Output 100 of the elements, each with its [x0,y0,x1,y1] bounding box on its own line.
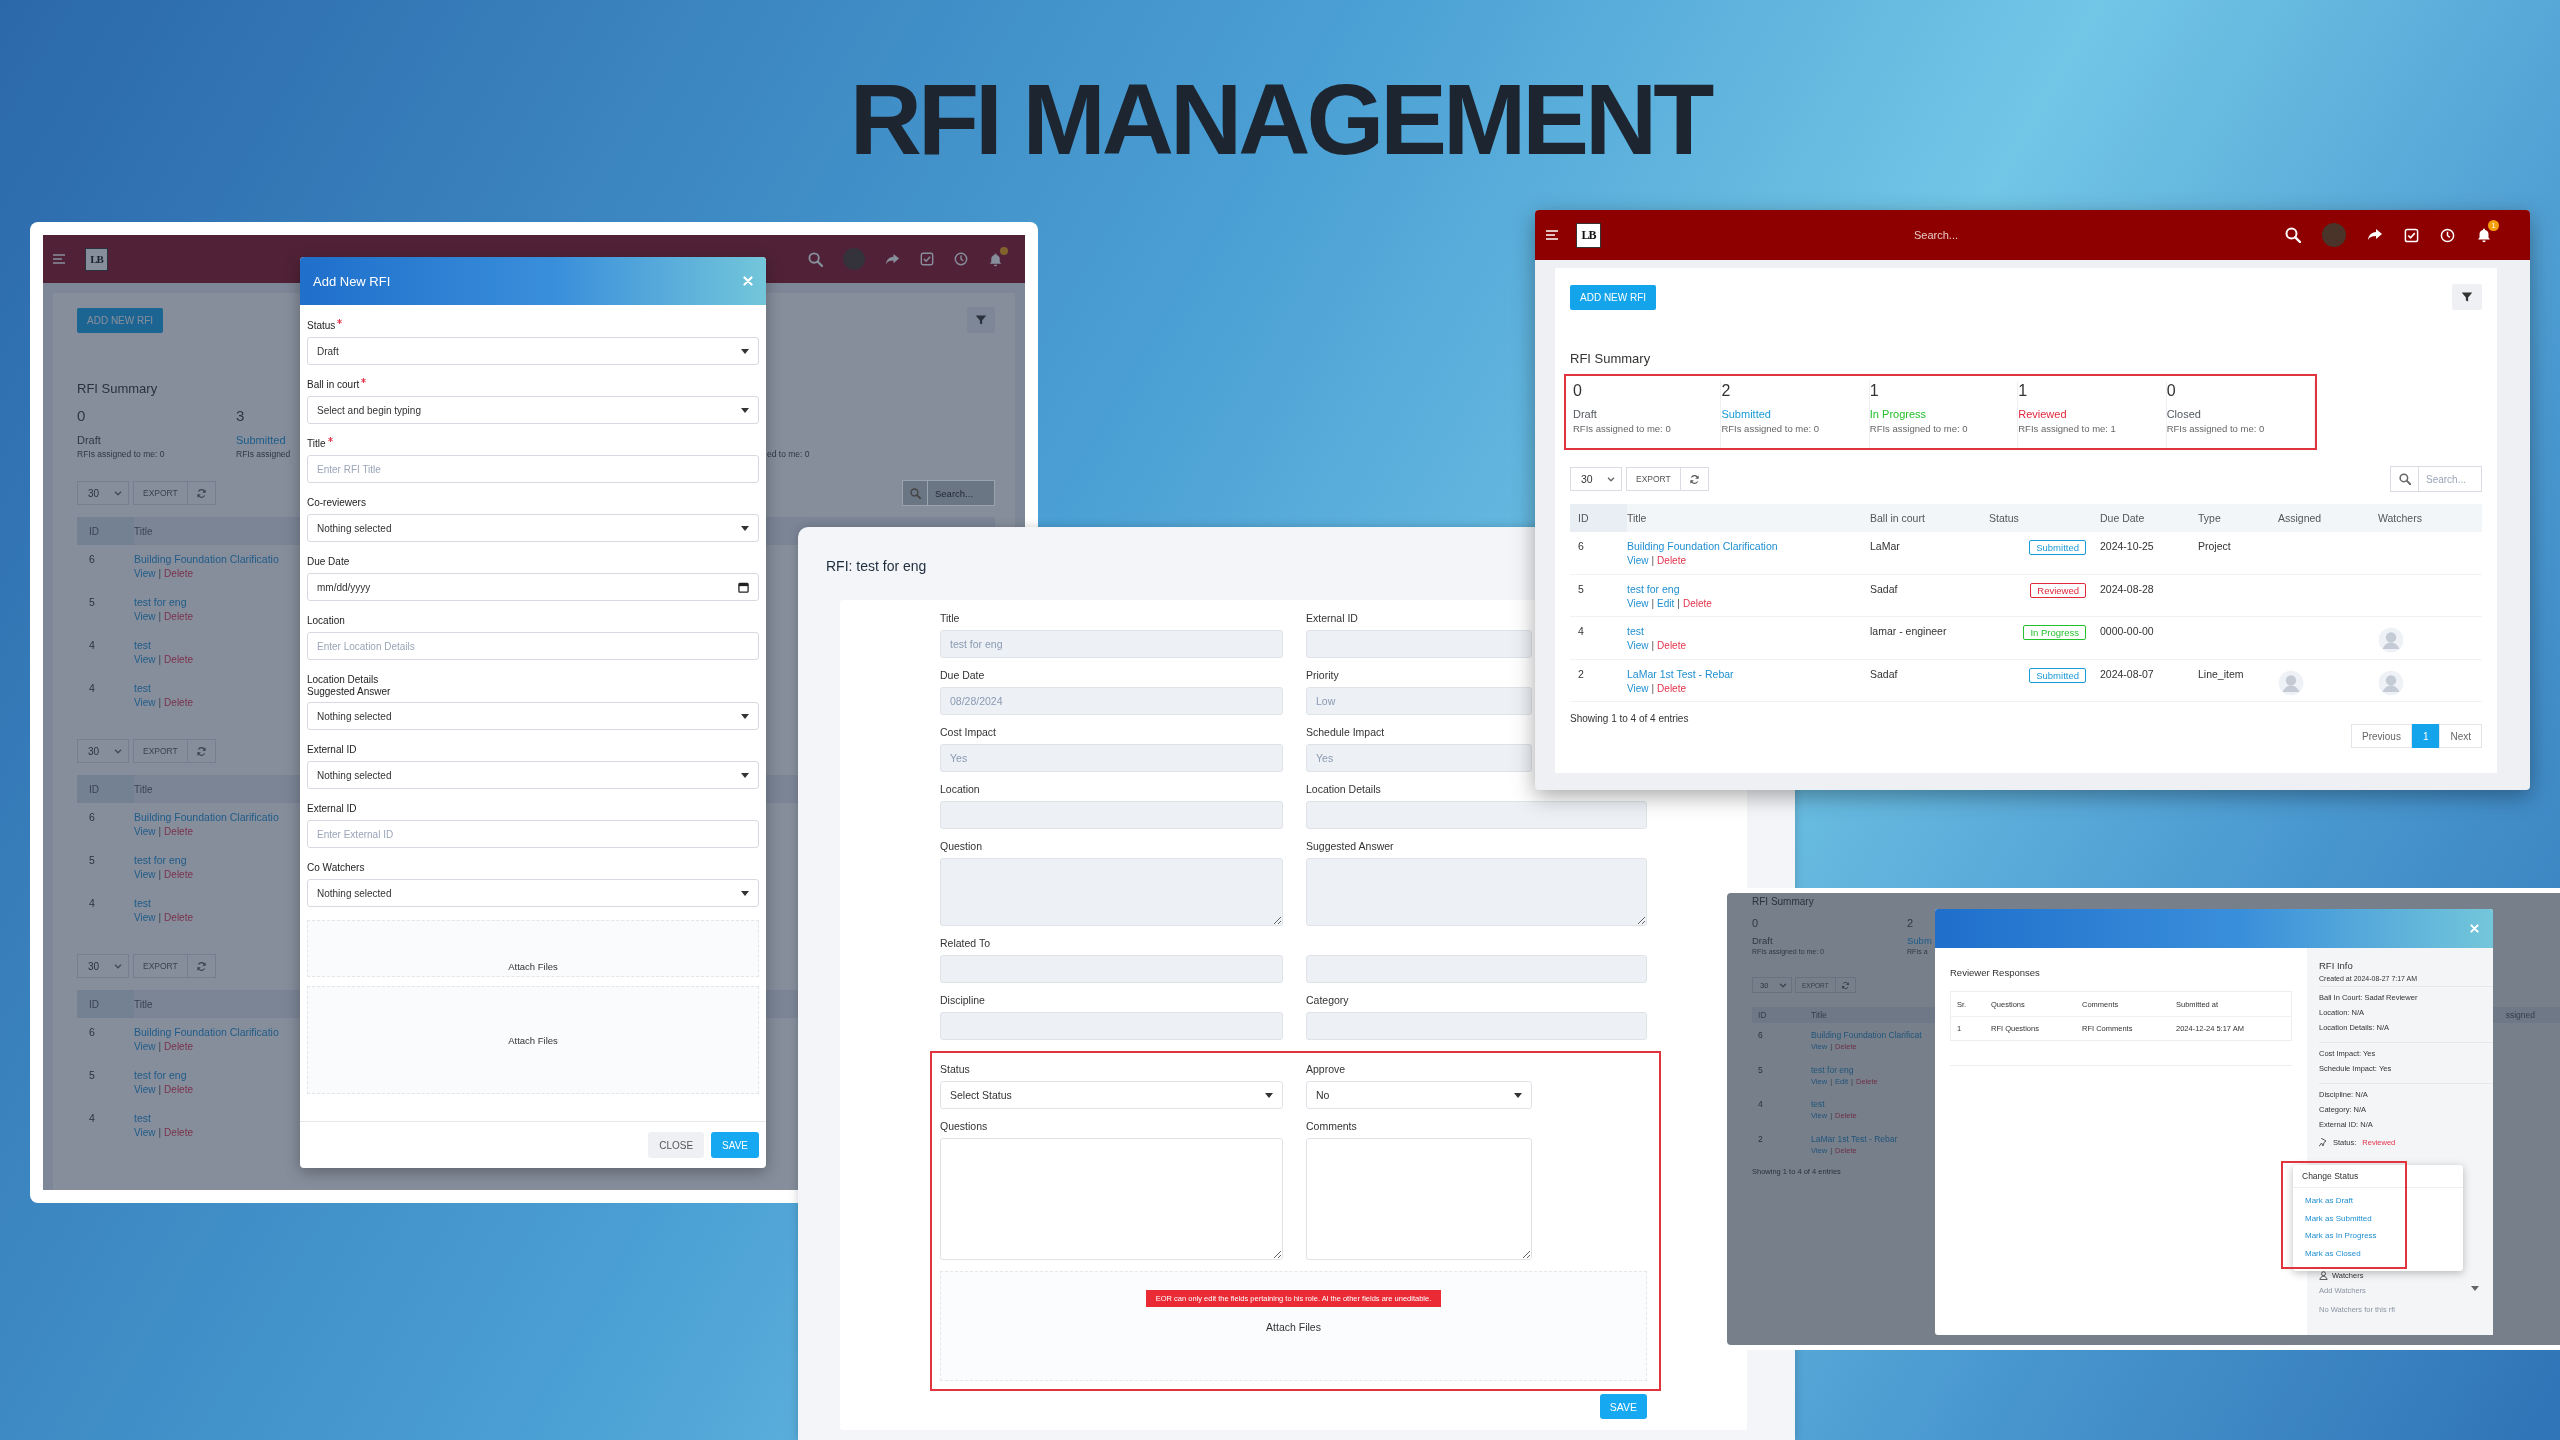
file-drop-area[interactable]: Attach Files [307,920,759,977]
menu-item[interactable]: Mark as Closed [2305,1244,2361,1262]
close-button[interactable]: CLOSE [648,1132,705,1158]
delete-link[interactable]: Delete [1657,555,1686,566]
view-link[interactable]: View [1627,640,1649,651]
page-size-select[interactable]: 30 [77,954,129,978]
title-link[interactable]: test [1627,625,1870,637]
view-link[interactable]: View [134,1041,156,1052]
search-icon[interactable] [2285,227,2301,243]
select-field[interactable]: Select and begin typing [307,396,759,424]
view-link[interactable]: View [134,1084,156,1095]
title-link[interactable]: test [134,897,193,909]
search-field[interactable]: Search... [1888,228,1998,242]
delete-link[interactable]: Delete [164,1041,193,1052]
title-link[interactable]: test for eng [1627,582,1870,595]
search-icon[interactable] [808,251,823,267]
text-area[interactable] [940,1138,1283,1260]
refresh-button[interactable] [187,739,216,763]
title-link[interactable]: test for eng [134,596,193,608]
title-link[interactable]: test for eng [134,1069,193,1081]
view-link[interactable]: View [1627,597,1649,609]
delete-link[interactable]: Delete [1657,682,1686,694]
title-link[interactable]: test [134,639,193,651]
clock-icon[interactable] [954,252,968,266]
title-link[interactable]: Building Foundation Clarificatio [134,811,279,823]
checklist-icon[interactable] [2404,227,2419,243]
delete-link[interactable]: Delete [164,826,193,837]
text-area[interactable] [1306,1138,1532,1260]
title-link[interactable]: LaMar 1st Test - Rebar [1627,667,1870,680]
view-link[interactable]: View [1627,682,1649,694]
view-link[interactable]: View [134,1127,156,1138]
select-field[interactable]: No [1306,1081,1532,1109]
menu-icon[interactable] [53,254,65,264]
delete-link[interactable]: Delete [164,697,193,708]
menu-item[interactable]: Mark as Submitted [2305,1209,2372,1227]
title-link[interactable]: LaMar 1st Test - Rebar [1811,1133,1898,1144]
refresh-button[interactable] [187,481,216,505]
select-field[interactable]: Nothing selected [307,879,759,907]
page-button[interactable]: Next [2439,724,2482,748]
title-link[interactable]: test for eng [134,854,193,866]
delete-link[interactable]: Delete [164,869,193,880]
title-link[interactable]: test for eng [1811,1064,1878,1075]
view-link[interactable]: View [134,611,156,622]
select-field[interactable]: Select Status [940,1081,1283,1109]
select-field[interactable]: Nothing selected [307,702,759,730]
title-link[interactable]: Building Foundation Clarification [1627,540,1870,552]
add-button[interactable]: ADD NEW RFI [1570,284,1657,310]
view-link[interactable]: View [134,826,156,837]
title-link[interactable]: test [134,682,193,694]
add-button[interactable]: ADD NEW RFI [77,307,164,333]
select-field[interactable]: Nothing selected [307,761,759,789]
checklist-icon[interactable] [920,252,934,266]
refresh-button[interactable] [1835,977,1856,993]
search-button[interactable] [902,480,928,506]
search-field[interactable]: Search... [928,480,995,506]
delete-link[interactable]: Delete [164,1084,193,1095]
edit-link[interactable]: Edit [1657,597,1675,609]
delete-link[interactable]: Delete [1657,640,1686,651]
title-link[interactable]: Building Foundation Clarificat [1811,1030,1922,1040]
delete-link[interactable]: Delete [164,611,193,622]
avatar-icon[interactable] [2322,223,2346,247]
bell-icon[interactable] [2476,227,2492,243]
clock-icon[interactable] [2440,227,2455,243]
delete-link[interactable]: Delete [164,1127,193,1138]
export-button[interactable]: EXPORT [1626,467,1681,491]
delete-link[interactable]: Delete [164,568,193,579]
date-field[interactable]: mm/dd/yyyy [307,573,759,601]
select-field[interactable]: Nothing selected [307,514,759,542]
title-link[interactable]: test [1811,1099,1857,1109]
title-link[interactable]: Building Foundation Clarificatio [134,553,279,565]
refresh-button[interactable] [1680,467,1709,491]
page-size-select[interactable]: 30 [77,481,129,505]
save-button[interactable]: SAVE [711,1132,759,1158]
menu-item[interactable]: Mark as In Progress [2305,1227,2377,1245]
save-button[interactable]: SAVE [1599,1394,1647,1419]
view-link[interactable]: View [134,697,156,708]
filter-button[interactable] [2452,284,2482,310]
view-link[interactable]: View [134,869,156,880]
menu-item[interactable]: Mark as Draft [2305,1192,2353,1210]
delete-link[interactable]: Delete [1682,597,1712,609]
title-link[interactable]: Building Foundation Clarificatio [134,1026,279,1038]
menu-icon[interactable] [1546,230,1558,240]
export-button[interactable]: EXPORT [133,481,188,505]
view-link[interactable]: View [1627,555,1649,566]
view-link[interactable]: View [134,912,156,923]
file-drop-area[interactable]: Attach Files [307,986,759,1094]
close-icon[interactable] [2470,924,2479,933]
bell-icon[interactable] [988,251,1003,267]
page-size-select[interactable]: 30 [77,739,129,763]
delete-link[interactable]: Delete [164,912,193,923]
input-field[interactable]: Enter External ID [307,820,759,848]
close-icon[interactable] [743,276,753,286]
page-button[interactable]: Previous [2350,724,2412,748]
refresh-button[interactable] [187,954,216,978]
input-field[interactable]: Enter RFI Title [307,455,759,483]
input-field[interactable]: Enter Location Details [307,632,759,660]
title-link[interactable]: test [134,1112,193,1124]
view-link[interactable]: View [134,568,156,579]
page-size-select[interactable]: 30 [1570,467,1622,491]
delete-link[interactable]: Delete [164,654,193,665]
